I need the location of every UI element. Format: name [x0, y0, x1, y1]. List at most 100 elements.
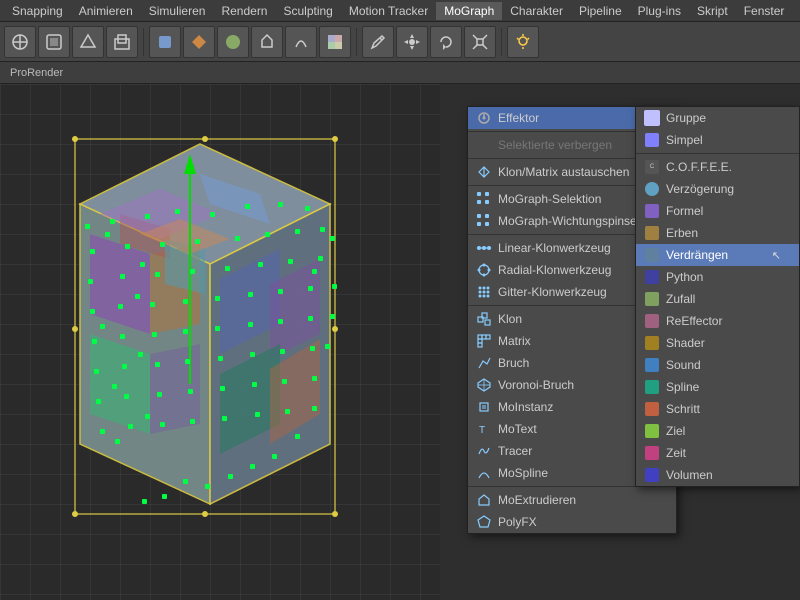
toolbar-btn-10[interactable]: [319, 26, 351, 58]
menu-pipeline[interactable]: Pipeline: [571, 2, 630, 20]
erben-label: Erben: [666, 226, 698, 240]
toolbar-btn-1[interactable]: [4, 26, 36, 58]
menu-simulieren[interactable]: Simulieren: [141, 2, 214, 20]
moinstanz-label: MoInstanz: [498, 400, 553, 414]
effektor-python[interactable]: Python: [636, 266, 799, 288]
effektor-schritt[interactable]: Schritt: [636, 398, 799, 420]
zeit-icon: [644, 445, 660, 461]
matrix-icon: [476, 333, 492, 349]
volumen-label: Volumen: [666, 468, 713, 482]
klon-label: Klon: [498, 312, 522, 326]
mograph-selektion-label: MoGraph-Selektion: [498, 192, 601, 206]
dropdown-item-polyfx[interactable]: PolyFX: [468, 511, 676, 533]
voronoi-icon: [476, 377, 492, 393]
toolbar-btn-move[interactable]: [396, 26, 428, 58]
toolbar-btn-light[interactable]: [507, 26, 539, 58]
menu-fenster[interactable]: Fenster: [736, 2, 793, 20]
python-icon: [644, 269, 660, 285]
menu-snapping[interactable]: Snapping: [4, 2, 71, 20]
moextrudieren-icon: [476, 492, 492, 508]
menu-motion-tracker[interactable]: Motion Tracker: [341, 2, 436, 20]
menu-rendern[interactable]: Rendern: [213, 2, 275, 20]
motext-icon: T: [476, 421, 492, 437]
effektor-spline[interactable]: Spline: [636, 376, 799, 398]
toolbar-btn-5[interactable]: [149, 26, 181, 58]
effektor-verzoegerung[interactable]: Verzögerung: [636, 178, 799, 200]
subtoolbar: ProRender: [0, 62, 800, 84]
selektierte-label: Selektierte verbergen: [498, 138, 612, 152]
effektor-zeit[interactable]: Zeit: [636, 442, 799, 464]
mospline-label: MoSpline: [498, 466, 548, 480]
effektor-sound[interactable]: Sound: [636, 354, 799, 376]
gitter-klonwerkzeug-icon: [476, 284, 492, 300]
effektor-volumen[interactable]: Volumen: [636, 464, 799, 486]
tracer-label: Tracer: [498, 444, 532, 458]
menu-sculpting[interactable]: Sculpting: [275, 2, 340, 20]
gruppe-label: Gruppe: [666, 111, 706, 125]
klon-matrix-label: Klon/Matrix austauschen: [498, 165, 629, 179]
spline-icon: [644, 379, 660, 395]
moextrudieren-label: MoExtrudieren: [498, 493, 576, 507]
toolbar-btn-scale[interactable]: [464, 26, 496, 58]
toolbar-btn-2[interactable]: [38, 26, 70, 58]
verdraengen-icon: [644, 247, 660, 263]
effektor-ziel[interactable]: Ziel: [636, 420, 799, 442]
subtoolbar-prorender[interactable]: ProRender: [6, 65, 67, 81]
toolbar-btn-3[interactable]: [72, 26, 104, 58]
effektor-shader[interactable]: Shader: [636, 332, 799, 354]
effektor-reeffector[interactable]: ReEffector: [636, 310, 799, 332]
toolbar-btn-rotate[interactable]: [430, 26, 462, 58]
mograph-selektion-icon: [476, 191, 492, 207]
bruch-label: Bruch: [498, 356, 529, 370]
mograph-wichtung-label: MoGraph-Wichtungspinsel: [498, 214, 639, 228]
schritt-label: Schritt: [666, 402, 700, 416]
dropdown-item-moextrudieren[interactable]: MoExtrudieren: [468, 489, 676, 511]
sound-icon: [644, 357, 660, 373]
simpel-label: Simpel: [666, 133, 703, 147]
effektor-simpel[interactable]: Simpel: [636, 129, 799, 151]
toolbar-btn-9[interactable]: [285, 26, 317, 58]
menu-plugins[interactable]: Plug-ins: [630, 2, 689, 20]
zufall-label: Zufall: [666, 292, 695, 306]
viewport[interactable]: [0, 84, 440, 600]
menu-charakter[interactable]: Charakter: [502, 2, 571, 20]
volumen-icon: [644, 467, 660, 483]
effektor-gruppe[interactable]: Gruppe: [636, 107, 799, 129]
effektor-icon: [476, 110, 492, 126]
menu-animieren[interactable]: Animieren: [71, 2, 141, 20]
erben-icon: [644, 225, 660, 241]
spline-label: Spline: [666, 380, 699, 394]
toolbar: [0, 22, 800, 62]
menu-skript[interactable]: Skript: [689, 2, 736, 20]
linear-klonwerkzeug-label: Linear-Klonwerkzeug: [498, 241, 611, 255]
effektor-coffee[interactable]: C C.O.F.F.E.E.: [636, 156, 799, 178]
toolbar-btn-4[interactable]: [106, 26, 138, 58]
gruppe-icon: [644, 110, 660, 126]
effektor-sep-1: [636, 153, 799, 154]
klon-matrix-icon: [476, 164, 492, 180]
toolbar-btn-7[interactable]: [217, 26, 249, 58]
mouse-cursor: ↖: [772, 249, 781, 262]
menu-mograph[interactable]: MoGraph: [436, 2, 502, 20]
svg-text:T: T: [479, 425, 485, 436]
simpel-icon: [644, 132, 660, 148]
reeffector-label: ReEffector: [666, 314, 722, 328]
matrix-label: Matrix: [498, 334, 531, 348]
effektor-erben[interactable]: Erben: [636, 222, 799, 244]
cube-3d: [0, 84, 380, 544]
reeffector-icon: [644, 313, 660, 329]
effektor-formel[interactable]: Formel: [636, 200, 799, 222]
linear-klonwerkzeug-icon: [476, 240, 492, 256]
toolbar-btn-pencil[interactable]: [362, 26, 394, 58]
shader-label: Shader: [666, 336, 705, 350]
effektor-verdraengen[interactable]: Verdrängen ↖: [636, 244, 799, 266]
toolbar-btn-6[interactable]: [183, 26, 215, 58]
main-area: Effektor ▶ Selektierte verbergen Klon/Ma…: [0, 84, 800, 600]
toolbar-btn-8[interactable]: [251, 26, 283, 58]
shader-icon: [644, 335, 660, 351]
radial-klonwerkzeug-label: Radial-Klonwerkzeug: [498, 263, 611, 277]
coffee-label: C.O.F.F.E.E.: [666, 160, 732, 174]
effektor-zufall[interactable]: Zufall: [636, 288, 799, 310]
verzoegerung-icon: [644, 181, 660, 197]
mograph-wichtung-icon: [476, 213, 492, 229]
